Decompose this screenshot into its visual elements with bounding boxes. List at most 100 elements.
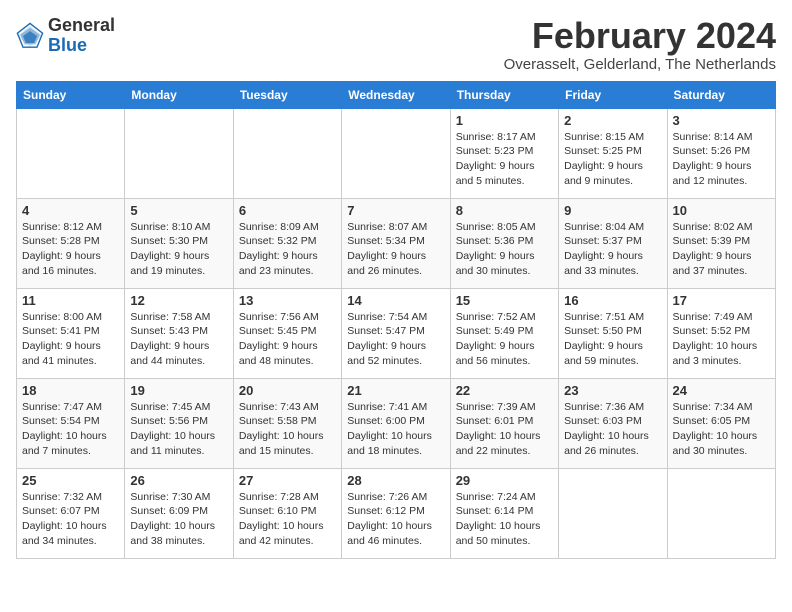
- column-header-friday: Friday: [559, 81, 667, 108]
- day-info: Sunrise: 7:41 AM Sunset: 6:00 PM Dayligh…: [347, 400, 444, 459]
- calendar-cell: 3 Sunrise: 8:14 AM Sunset: 5:26 PM Daylig…: [667, 108, 775, 198]
- day-number: 26: [130, 473, 227, 488]
- day-number: 11: [22, 293, 119, 308]
- calendar-cell: 22 Sunrise: 7:39 AM Sunset: 6:01 PM Dayli…: [450, 378, 558, 468]
- day-number: 20: [239, 383, 336, 398]
- calendar-cell: 6 Sunrise: 8:09 AM Sunset: 5:32 PM Daylig…: [233, 198, 341, 288]
- day-info: Sunrise: 7:47 AM Sunset: 5:54 PM Dayligh…: [22, 400, 119, 459]
- title-block: February 2024 Overasselt, Gelderland, Th…: [504, 16, 776, 73]
- calendar-cell: 19 Sunrise: 7:45 AM Sunset: 5:56 PM Dayli…: [125, 378, 233, 468]
- day-number: 6: [239, 203, 336, 218]
- day-number: 1: [456, 113, 553, 128]
- calendar-table: SundayMondayTuesdayWednesdayThursdayFrid…: [16, 81, 776, 559]
- day-number: 16: [564, 293, 661, 308]
- logo-text: General Blue: [48, 16, 115, 56]
- day-info: Sunrise: 7:26 AM Sunset: 6:12 PM Dayligh…: [347, 490, 444, 549]
- day-number: 25: [22, 473, 119, 488]
- day-info: Sunrise: 7:32 AM Sunset: 6:07 PM Dayligh…: [22, 490, 119, 549]
- week-row-3: 11 Sunrise: 8:00 AM Sunset: 5:41 PM Dayli…: [17, 288, 776, 378]
- location: Overasselt, Gelderland, The Netherlands: [504, 56, 776, 73]
- calendar-cell: [667, 468, 775, 558]
- day-number: 15: [456, 293, 553, 308]
- week-row-1: 1 Sunrise: 8:17 AM Sunset: 5:23 PM Daylig…: [17, 108, 776, 198]
- day-info: Sunrise: 8:04 AM Sunset: 5:37 PM Dayligh…: [564, 220, 661, 279]
- day-info: Sunrise: 7:51 AM Sunset: 5:50 PM Dayligh…: [564, 310, 661, 369]
- calendar-cell: 15Sunrise: 7:52 AM Sunset: 5:49 PM Dayli…: [450, 288, 558, 378]
- column-header-saturday: Saturday: [667, 81, 775, 108]
- calendar-cell: 2Sunrise: 8:15 AM Sunset: 5:25 PM Daylig…: [559, 108, 667, 198]
- day-number: 3: [673, 113, 770, 128]
- calendar-cell: 10Sunrise: 8:02 AM Sunset: 5:39 PM Dayli…: [667, 198, 775, 288]
- column-header-monday: Monday: [125, 81, 233, 108]
- day-number: 8: [456, 203, 553, 218]
- calendar-cell: 16 Sunrise: 7:51 AM Sunset: 5:50 PM Dayli…: [559, 288, 667, 378]
- calendar-cell: [559, 468, 667, 558]
- day-number: 29: [456, 473, 553, 488]
- day-number: 28: [347, 473, 444, 488]
- month-year: February 2024: [504, 16, 776, 56]
- calendar-cell: 5 Sunrise: 8:10 AM Sunset: 5:30 PM Daylig…: [125, 198, 233, 288]
- calendar-cell: [233, 108, 341, 198]
- calendar-cell: 24 Sunrise: 7:34 AM Sunset: 6:05 PM Dayli…: [667, 378, 775, 468]
- day-info: Sunrise: 8:17 AM Sunset: 5:23 PM Dayligh…: [456, 130, 553, 189]
- day-info: Sunrise: 8:10 AM Sunset: 5:30 PM Dayligh…: [130, 220, 227, 279]
- day-info: Sunrise: 7:39 AM Sunset: 6:01 PM Dayligh…: [456, 400, 553, 459]
- day-info: Sunrise: 8:07 AM Sunset: 5:34 PM Dayligh…: [347, 220, 444, 279]
- logo-blue: Blue: [48, 35, 87, 55]
- calendar-cell: [17, 108, 125, 198]
- calendar-cell: 23Sunrise: 7:36 AM Sunset: 6:03 PM Dayli…: [559, 378, 667, 468]
- day-info: Sunrise: 7:28 AM Sunset: 6:10 PM Dayligh…: [239, 490, 336, 549]
- day-info: Sunrise: 7:49 AM Sunset: 5:52 PM Dayligh…: [673, 310, 770, 369]
- calendar-cell: 8Sunrise: 8:05 AM Sunset: 5:36 PM Daylig…: [450, 198, 558, 288]
- day-info: Sunrise: 8:14 AM Sunset: 5:26 PM Dayligh…: [673, 130, 770, 189]
- day-info: Sunrise: 8:00 AM Sunset: 5:41 PM Dayligh…: [22, 310, 119, 369]
- day-info: Sunrise: 7:34 AM Sunset: 6:05 PM Dayligh…: [673, 400, 770, 459]
- day-number: 14: [347, 293, 444, 308]
- calendar-cell: 1 Sunrise: 8:17 AM Sunset: 5:23 PM Daylig…: [450, 108, 558, 198]
- day-number: 19: [130, 383, 227, 398]
- column-header-wednesday: Wednesday: [342, 81, 450, 108]
- day-number: 24: [673, 383, 770, 398]
- day-info: Sunrise: 8:12 AM Sunset: 5:28 PM Dayligh…: [22, 220, 119, 279]
- day-number: 23: [564, 383, 661, 398]
- calendar-cell: 29Sunrise: 7:24 AM Sunset: 6:14 PM Dayli…: [450, 468, 558, 558]
- logo: General Blue: [16, 16, 115, 56]
- day-info: Sunrise: 7:56 AM Sunset: 5:45 PM Dayligh…: [239, 310, 336, 369]
- day-number: 27: [239, 473, 336, 488]
- column-header-tuesday: Tuesday: [233, 81, 341, 108]
- day-number: 5: [130, 203, 227, 218]
- day-info: Sunrise: 7:54 AM Sunset: 5:47 PM Dayligh…: [347, 310, 444, 369]
- calendar-cell: 17Sunrise: 7:49 AM Sunset: 5:52 PM Dayli…: [667, 288, 775, 378]
- day-number: 4: [22, 203, 119, 218]
- day-number: 9: [564, 203, 661, 218]
- day-number: 13: [239, 293, 336, 308]
- column-header-sunday: Sunday: [17, 81, 125, 108]
- day-info: Sunrise: 7:58 AM Sunset: 5:43 PM Dayligh…: [130, 310, 227, 369]
- calendar-cell: 9 Sunrise: 8:04 AM Sunset: 5:37 PM Daylig…: [559, 198, 667, 288]
- calendar-cell: 27 Sunrise: 7:28 AM Sunset: 6:10 PM Dayli…: [233, 468, 341, 558]
- calendar-cell: 4 Sunrise: 8:12 AM Sunset: 5:28 PM Daylig…: [17, 198, 125, 288]
- calendar-cell: 25 Sunrise: 7:32 AM Sunset: 6:07 PM Dayli…: [17, 468, 125, 558]
- day-info: Sunrise: 7:43 AM Sunset: 5:58 PM Dayligh…: [239, 400, 336, 459]
- day-number: 18: [22, 383, 119, 398]
- day-info: Sunrise: 8:15 AM Sunset: 5:25 PM Dayligh…: [564, 130, 661, 189]
- logo-general: General: [48, 15, 115, 35]
- calendar-cell: 21 Sunrise: 7:41 AM Sunset: 6:00 PM Dayli…: [342, 378, 450, 468]
- calendar-cell: 18 Sunrise: 7:47 AM Sunset: 5:54 PM Dayli…: [17, 378, 125, 468]
- day-number: 12: [130, 293, 227, 308]
- day-number: 22: [456, 383, 553, 398]
- week-row-2: 4 Sunrise: 8:12 AM Sunset: 5:28 PM Daylig…: [17, 198, 776, 288]
- calendar-cell: [125, 108, 233, 198]
- day-number: 21: [347, 383, 444, 398]
- calendar-cell: 12 Sunrise: 7:58 AM Sunset: 5:43 PM Dayli…: [125, 288, 233, 378]
- calendar-cell: 13 Sunrise: 7:56 AM Sunset: 5:45 PM Dayli…: [233, 288, 341, 378]
- header-row: SundayMondayTuesdayWednesdayThursdayFrid…: [17, 81, 776, 108]
- column-header-thursday: Thursday: [450, 81, 558, 108]
- calendar-cell: 14 Sunrise: 7:54 AM Sunset: 5:47 PM Dayli…: [342, 288, 450, 378]
- day-info: Sunrise: 8:09 AM Sunset: 5:32 PM Dayligh…: [239, 220, 336, 279]
- page-header: General Blue February 2024 Overasselt, G…: [16, 16, 776, 73]
- week-row-5: 25 Sunrise: 7:32 AM Sunset: 6:07 PM Dayli…: [17, 468, 776, 558]
- day-info: Sunrise: 7:45 AM Sunset: 5:56 PM Dayligh…: [130, 400, 227, 459]
- calendar-cell: 28 Sunrise: 7:26 AM Sunset: 6:12 PM Dayli…: [342, 468, 450, 558]
- calendar-cell: 20 Sunrise: 7:43 AM Sunset: 5:58 PM Dayli…: [233, 378, 341, 468]
